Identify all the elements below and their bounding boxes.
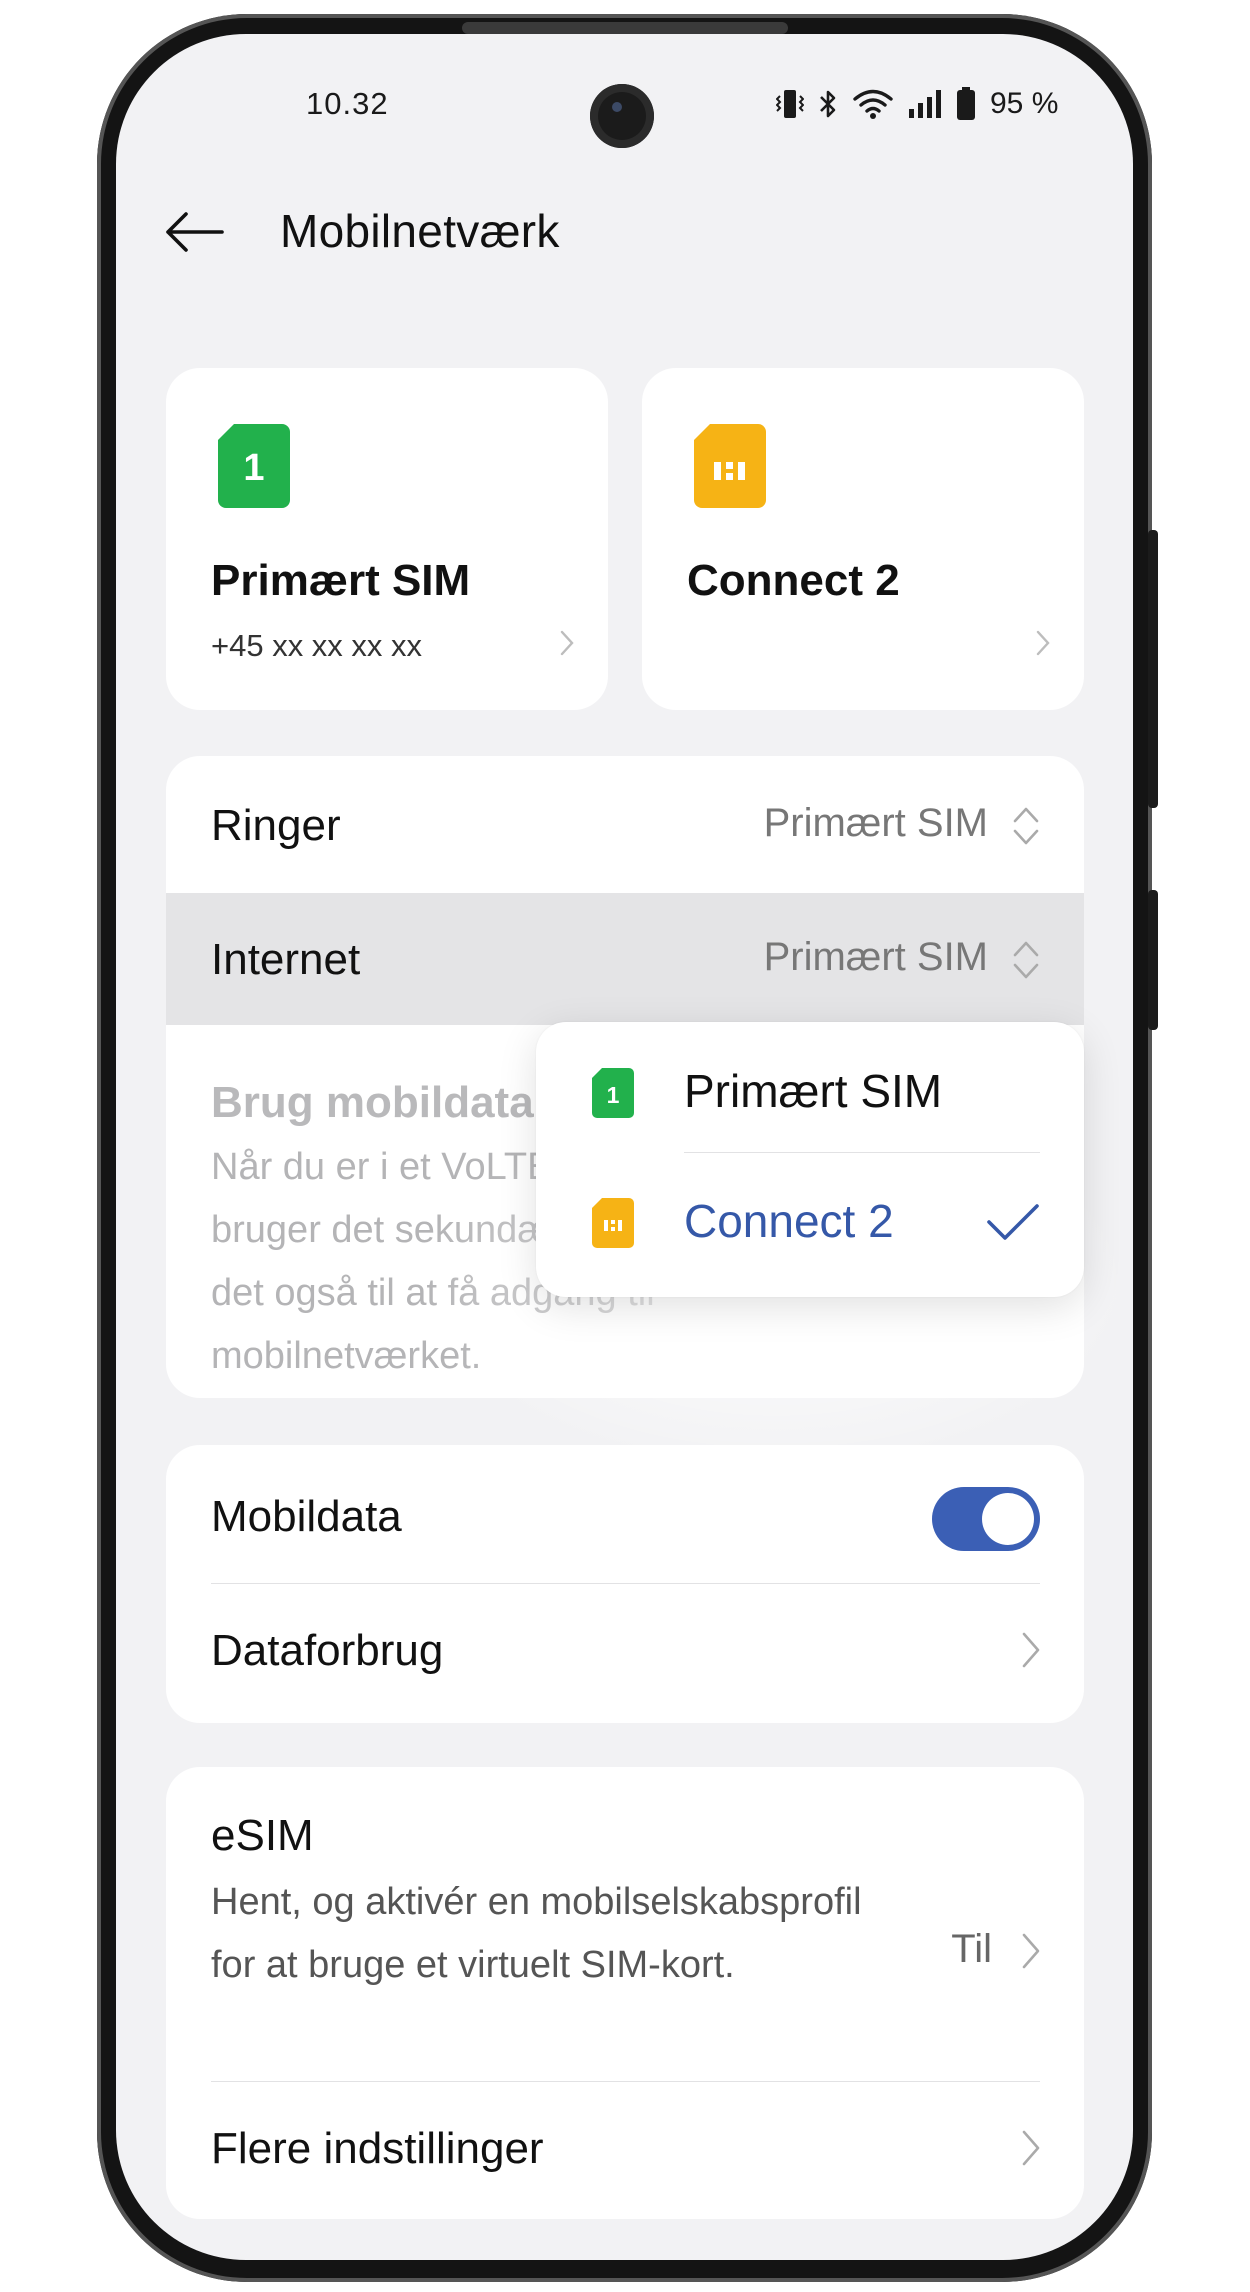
mobile-data-card: Mobildata Dataforbrug	[166, 1445, 1084, 1723]
internet-value: Primært SIM	[763, 935, 988, 979]
chevron-right-icon	[1022, 1630, 1040, 1675]
ringer-row[interactable]: Ringer Primært SIM	[166, 756, 1084, 894]
up-down-chevron-icon	[1012, 804, 1040, 853]
sim-1-icon: 1	[218, 424, 290, 513]
phone-top-edge	[462, 22, 788, 34]
internet-sim-dropdown: 1 Primært SIM Connect 2	[536, 1022, 1084, 1297]
status-bar: 10.32 95 %	[116, 34, 1133, 174]
dataforbrug-row[interactable]: Dataforbrug	[166, 1584, 1084, 1723]
wifi-icon	[852, 88, 894, 120]
checkmark-icon	[986, 1202, 1040, 1247]
status-time: 10.32	[306, 86, 389, 121]
ringer-label: Ringer	[211, 801, 341, 850]
internet-row[interactable]: Internet Primært SIM	[166, 893, 1084, 1025]
battery-icon	[956, 87, 976, 121]
page-title: Mobilnetværk	[280, 205, 560, 257]
sim-1-badge: 1	[607, 1082, 620, 1108]
volume-button	[1148, 530, 1158, 808]
sim-2-icon	[694, 424, 766, 513]
secondary-data-title: Brug mobildata	[211, 1078, 534, 1127]
sim-card-primary[interactable]: 1 Primært SIM +45 xx xx xx xx	[166, 368, 608, 710]
dropdown-option-primary-sim[interactable]: 1 Primært SIM	[536, 1022, 1084, 1152]
chevron-right-icon	[1022, 1931, 1040, 1976]
up-down-chevron-icon	[1012, 938, 1040, 987]
more-settings-row[interactable]: Flere indstillinger	[166, 2082, 1084, 2219]
more-settings-label: Flere indstillinger	[211, 2124, 544, 2173]
esim-title: eSIM	[211, 1811, 314, 1860]
sim-1-icon: 1	[592, 1068, 634, 1123]
bluetooth-icon	[818, 88, 838, 120]
esim-status: Til	[951, 1927, 992, 1971]
status-icons: 95 %	[776, 84, 1058, 124]
chevron-right-icon	[560, 630, 574, 661]
back-button[interactable]	[160, 204, 230, 264]
ringer-value: Primært SIM	[763, 801, 988, 845]
mobildata-row[interactable]: Mobildata	[166, 1445, 1084, 1583]
chevron-right-icon	[1022, 2128, 1040, 2173]
screen: 10.32 95 % Mobilnetværk 1 Primært SIM +4…	[116, 34, 1133, 2260]
front-camera	[590, 84, 654, 148]
sim-number: +45 xx xx xx xx	[211, 628, 423, 663]
sim-1-badge: 1	[243, 447, 264, 489]
esim-description: Hent, og aktivér en mobilselskabsprofil …	[211, 1881, 862, 1986]
battery-percentage: 95 %	[990, 87, 1059, 120]
esim-card: eSIM Hent, og aktivér en mobilselskabspr…	[166, 1767, 1084, 2219]
sim-card-connect2[interactable]: Connect 2	[642, 368, 1084, 710]
power-button	[1148, 890, 1158, 1030]
vibrate-icon	[776, 87, 804, 121]
back-arrow-icon	[164, 210, 226, 259]
mobildata-label: Mobildata	[211, 1492, 402, 1541]
mobildata-toggle[interactable]	[932, 1487, 1040, 1551]
chevron-right-icon	[1036, 630, 1050, 661]
sim-2-icon	[592, 1198, 634, 1253]
sim-name: Primært SIM	[211, 556, 471, 605]
internet-label: Internet	[211, 935, 361, 984]
dropdown-option-connect2[interactable]: Connect 2	[536, 1152, 1084, 1282]
esim-row[interactable]: eSIM Hent, og aktivér en mobilselskabspr…	[166, 1767, 1084, 2081]
sim-name: Connect 2	[687, 556, 900, 605]
toggle-knob	[982, 1493, 1034, 1545]
option-label: Connect 2	[684, 1195, 894, 1247]
dataforbrug-label: Dataforbrug	[211, 1626, 444, 1675]
signal-icon	[908, 89, 942, 119]
option-label: Primært SIM	[684, 1065, 943, 1117]
